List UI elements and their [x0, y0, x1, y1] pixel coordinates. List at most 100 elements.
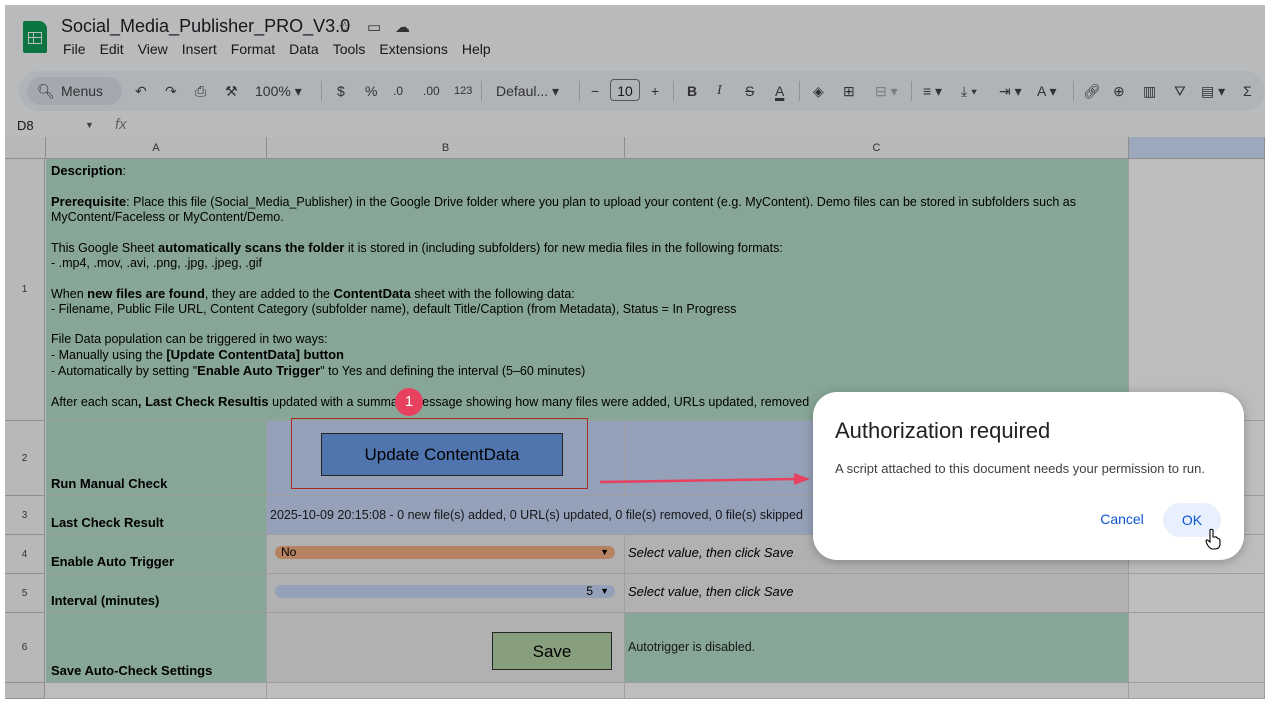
last-check-result-label: Last Check Result: [51, 515, 164, 530]
font-size-input[interactable]: 10: [610, 79, 640, 101]
bold-icon[interactable]: B: [687, 80, 697, 102]
percent-format-button[interactable]: %: [365, 80, 377, 102]
insert-comment-icon[interactable]: ⊕: [1113, 80, 1125, 102]
cell-a2[interactable]: Run Manual Check: [46, 421, 267, 496]
increase-decimal-button[interactable]: .00: [423, 80, 440, 102]
column-header-c[interactable]: C: [625, 137, 1129, 159]
row-header-7[interactable]: [5, 683, 45, 699]
decrease-decimal-button[interactable]: .0: [393, 80, 403, 102]
menu-insert[interactable]: Insert: [182, 41, 217, 57]
autotrigger-status: Autotrigger is disabled.: [628, 640, 756, 654]
text-wrap-icon[interactable]: ⇥ ▾: [999, 80, 1022, 102]
menu-help[interactable]: Help: [462, 41, 491, 57]
fx-icon: fx: [115, 116, 127, 133]
cell-a3[interactable]: Last Check Result: [46, 496, 267, 535]
row-header-4[interactable]: 4: [5, 535, 45, 574]
filter-views-icon[interactable]: ▤ ▾: [1201, 80, 1225, 102]
auto-trigger-hint: Select value, then click Save: [628, 545, 794, 560]
search-menus-button[interactable]: 🔍︎ Menus: [27, 77, 122, 105]
cell-a6[interactable]: Save Auto-Check Settings: [46, 613, 267, 683]
sheets-logo-icon[interactable]: [23, 21, 47, 53]
fill-color-icon[interactable]: ◈: [813, 80, 824, 102]
row-header-1[interactable]: 1: [5, 159, 45, 421]
hand-cursor-icon: [1205, 528, 1221, 550]
highlight-box: [291, 418, 588, 489]
menu-extensions[interactable]: Extensions: [379, 41, 447, 57]
cell-a4[interactable]: Enable Auto Trigger: [46, 535, 267, 574]
document-title[interactable]: Social_Media_Publisher_PRO_V3.0: [61, 16, 350, 37]
enable-auto-trigger-label: Enable Auto Trigger: [51, 554, 175, 569]
row-header-3[interactable]: 3: [5, 496, 45, 535]
cell-d7[interactable]: [1129, 683, 1265, 699]
italic-icon[interactable]: I: [717, 80, 722, 102]
cell-d1[interactable]: [1129, 159, 1265, 421]
menu-view[interactable]: View: [138, 41, 168, 57]
cell-d5[interactable]: [1129, 574, 1265, 613]
cell-a7[interactable]: [46, 683, 267, 699]
cancel-button[interactable]: Cancel: [1087, 505, 1157, 533]
step-1-badge: 1: [395, 388, 423, 416]
number-format-button[interactable]: 123: [454, 80, 472, 102]
font-size-increase-icon[interactable]: +: [651, 80, 659, 102]
merge-cells-icon[interactable]: ⊟ ▾: [875, 80, 898, 102]
strikethrough-icon[interactable]: S: [745, 80, 754, 102]
row-header-6[interactable]: 6: [5, 613, 45, 683]
name-box-dropdown-icon[interactable]: ▼: [85, 120, 94, 130]
arrow-icon: [599, 473, 810, 485]
vertical-align-icon[interactable]: ⤓ ▾: [961, 80, 977, 102]
app-window: Social_Media_Publisher_PRO_V3.0 ☆ ▭ ☁ Fi…: [5, 5, 1265, 699]
interval-dropdown[interactable]: 5 ▼: [275, 585, 615, 598]
dialog-message: A script attached to this document needs…: [835, 461, 1205, 476]
cell-a5[interactable]: Interval (minutes): [46, 574, 267, 613]
functions-icon[interactable]: Σ: [1243, 80, 1252, 102]
row-header-5[interactable]: 5: [5, 574, 45, 613]
menu-edit[interactable]: Edit: [100, 41, 124, 57]
last-check-result-value: 2025-10-09 20:15:08 - 0 new file(s) adde…: [270, 508, 803, 522]
dialog-title: Authorization required: [835, 418, 1051, 443]
font-size-decrease-icon[interactable]: −: [591, 80, 599, 102]
name-box[interactable]: D8: [17, 118, 34, 133]
text-rotate-icon[interactable]: A ▾: [1037, 80, 1056, 102]
save-settings-label: Save Auto-Check Settings: [51, 663, 213, 678]
menu-tools[interactable]: Tools: [333, 41, 366, 57]
star-icon[interactable]: ☆: [338, 18, 351, 36]
interval-hint: Select value, then click Save: [628, 584, 794, 599]
menu-data[interactable]: Data: [289, 41, 319, 57]
row-header-2[interactable]: 2: [5, 421, 45, 496]
cell-c6[interactable]: Autotrigger is disabled.: [625, 613, 1129, 683]
font-select[interactable]: Defaul... ▾: [496, 80, 559, 102]
column-header-b[interactable]: B: [267, 137, 625, 159]
search-icon: 🔍︎: [37, 83, 55, 99]
run-manual-check-label: Run Manual Check: [51, 476, 168, 491]
borders-icon[interactable]: ⊞: [843, 80, 855, 102]
toolbar: 🔍︎ Menus ↶ ↷ ⎙ ⚒ 100% ▾ $ % .0 .00 123 D…: [19, 71, 1265, 111]
select-all-corner[interactable]: [5, 137, 46, 159]
text-color-icon[interactable]: A: [775, 80, 784, 102]
cell-d6[interactable]: [1129, 613, 1265, 683]
cell-c7[interactable]: [625, 683, 1129, 699]
move-folder-icon[interactable]: ▭: [367, 18, 381, 36]
redo-icon[interactable]: ↷: [165, 80, 177, 102]
column-header-a[interactable]: A: [46, 137, 267, 159]
insert-link-icon[interactable]: 🔗︎: [1083, 80, 1101, 102]
save-button[interactable]: Save: [492, 632, 612, 670]
menu-file[interactable]: File: [63, 41, 86, 57]
filter-icon[interactable]: ⛛: [1174, 80, 1186, 102]
chevron-down-icon: ▼: [600, 547, 609, 557]
print-icon[interactable]: ⎙: [195, 80, 206, 102]
column-header-d[interactable]: [1129, 137, 1265, 159]
zoom-select[interactable]: 100% ▾: [255, 80, 302, 102]
chevron-down-icon: ▼: [600, 586, 609, 596]
authorization-dialog: Authorization required A script attached…: [813, 392, 1244, 560]
undo-icon[interactable]: ↶: [135, 80, 147, 102]
description-cell[interactable]: Description: Prerequisite: Place this fi…: [46, 159, 1129, 421]
cloud-status-icon[interactable]: ☁: [395, 18, 410, 36]
paint-format-icon[interactable]: ⚒: [225, 80, 238, 102]
cell-b7[interactable]: [267, 683, 625, 699]
currency-format-button[interactable]: $: [337, 80, 345, 102]
menu-format[interactable]: Format: [231, 41, 275, 57]
menu-bar: File Edit View Insert Format Data Tools …: [63, 41, 505, 57]
insert-chart-icon[interactable]: ▥: [1143, 80, 1156, 102]
horizontal-align-icon[interactable]: ≡ ▾: [923, 80, 942, 102]
auto-trigger-dropdown[interactable]: No ▼: [275, 546, 615, 559]
